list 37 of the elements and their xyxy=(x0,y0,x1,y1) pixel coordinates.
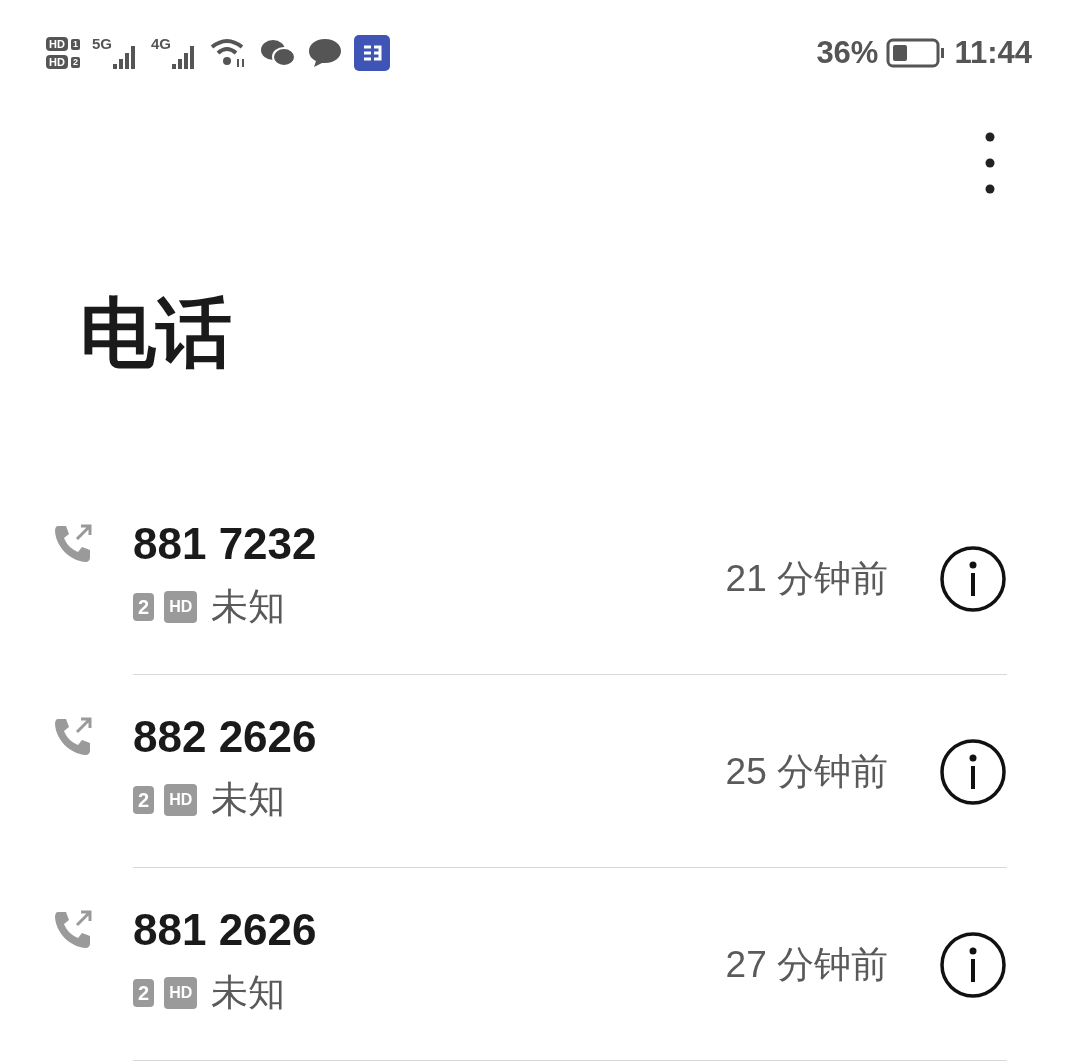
message-icon xyxy=(307,37,342,69)
hd-badge: HD xyxy=(164,783,198,816)
phone-number: 881 2626 xyxy=(133,903,318,956)
page-title: 电话 xyxy=(80,289,233,377)
sim-badge: 2 xyxy=(133,592,155,621)
outgoing-call-icon xyxy=(52,522,94,564)
call-log-item[interactable]: 882 2626 2 HD 未知 25 分钟前 xyxy=(0,675,1080,868)
hd-badge: HD xyxy=(164,590,198,623)
outgoing-call-icon xyxy=(52,715,94,757)
sim-slot: 1 xyxy=(70,38,80,50)
network-type: 5G xyxy=(91,36,112,52)
call-time: 25 分钟前 xyxy=(725,749,888,794)
chat-app-icon xyxy=(259,38,296,68)
app-icon xyxy=(353,35,390,71)
outgoing-call-icon xyxy=(52,908,94,950)
location: 未知 xyxy=(211,970,286,1015)
hd-badge: HD xyxy=(164,976,198,1009)
call-log-item[interactable]: 881 7232 2 HD 未知 21 分钟前 xyxy=(0,482,1080,675)
battery-percent: 36% xyxy=(816,35,879,71)
call-log-item[interactable]: 881 2626 2 HD 未知 27 分钟前 xyxy=(0,868,1080,1061)
location: 未知 xyxy=(211,584,286,629)
sim-badge: 2 xyxy=(133,785,155,814)
call-time: 27 分钟前 xyxy=(725,942,888,987)
phone-number: 881 7232 xyxy=(133,517,318,570)
sim-slot: 2 xyxy=(70,56,80,68)
clock: 11:44 xyxy=(954,35,1032,71)
info-button[interactable] xyxy=(940,545,1006,612)
info-button[interactable] xyxy=(940,738,1006,805)
phone-number: 882 2626 xyxy=(133,710,318,763)
location: 未知 xyxy=(211,777,286,822)
hd-badge: HD xyxy=(46,55,68,69)
network-type: 4G xyxy=(150,36,171,52)
call-time: 21 分钟前 xyxy=(725,556,888,601)
sim-badge: 2 xyxy=(133,978,155,1007)
battery-icon xyxy=(886,37,947,69)
hd-badge: HD xyxy=(46,37,68,51)
info-button[interactable] xyxy=(940,931,1006,998)
